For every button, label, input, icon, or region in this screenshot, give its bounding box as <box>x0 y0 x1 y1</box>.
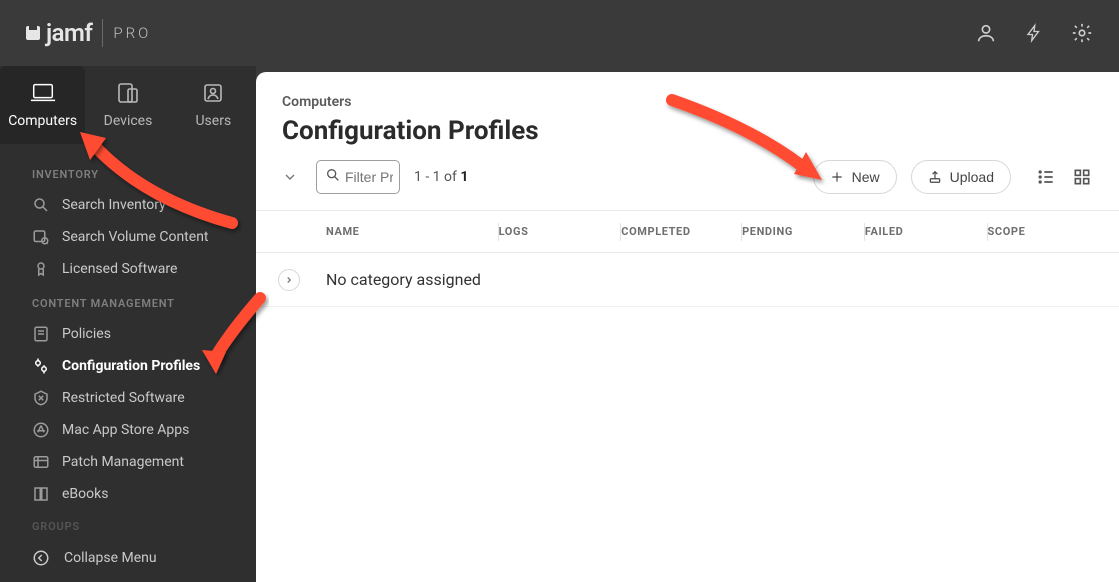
filter-input[interactable] <box>345 169 393 185</box>
sidebar-item-search-inventory[interactable]: Search Inventory <box>0 189 256 221</box>
expand-row-button[interactable] <box>278 269 300 291</box>
col-pending[interactable]: PENDING <box>742 225 865 238</box>
col-scope[interactable]: SCOPE <box>988 225 1093 238</box>
col-name[interactable]: NAME <box>326 225 499 238</box>
collapse-icon <box>32 549 50 567</box>
upload-icon <box>928 170 942 184</box>
entity-tabs: Computers Devices Users <box>0 66 256 144</box>
sidebar-item-search-volume[interactable]: Search Volume Content <box>0 221 256 253</box>
col-completed[interactable]: COMPLETED <box>621 225 742 238</box>
devices-icon <box>115 81 141 105</box>
search-icon <box>32 196 50 214</box>
search-icon <box>325 167 341 187</box>
list-view-icon[interactable] <box>1035 166 1057 188</box>
plus-icon <box>830 170 844 184</box>
brand-divider <box>102 19 103 47</box>
tab-label: Computers <box>8 113 77 129</box>
sidebar-item-label: Patch Management <box>62 454 184 470</box>
count-prefix: 1 - 1 of <box>414 169 460 185</box>
new-button[interactable]: New <box>813 160 897 194</box>
sidebar: Computers Devices Users INVENTORY Search… <box>0 66 256 582</box>
tab-label: Users <box>195 113 231 129</box>
sidebar-item-licensed-software[interactable]: Licensed Software <box>0 253 256 285</box>
breadcrumb[interactable]: Computers <box>282 94 1093 110</box>
gear-icon[interactable] <box>1071 22 1093 44</box>
collapse-menu-button[interactable]: Collapse Menu <box>0 534 256 582</box>
sidebar-item-mac-app-store[interactable]: Mac App Store Apps <box>0 414 256 446</box>
sidebar-item-ebooks[interactable]: eBooks <box>0 478 256 510</box>
sidebar-item-label: Search Inventory <box>62 197 166 213</box>
brand-name: jamf <box>46 19 92 47</box>
row-category-label: No category assigned <box>326 270 481 289</box>
main-panel: Computers Configuration Profiles 1 - 1 o… <box>256 72 1119 582</box>
sidebar-item-label: Configuration Profiles <box>62 358 200 374</box>
upload-button[interactable]: Upload <box>911 160 1011 194</box>
collapse-label: Collapse Menu <box>64 550 157 566</box>
license-icon <box>32 260 50 278</box>
jamf-mark-icon <box>26 26 40 40</box>
tab-devices[interactable]: Devices <box>85 66 170 144</box>
page-title: Configuration Profiles <box>282 116 1093 146</box>
tab-computers[interactable]: Computers <box>0 66 85 144</box>
table-header: NAME LOGS COMPLETED PENDING FAILED SCOPE <box>256 211 1119 253</box>
result-count: 1 - 1 of 1 <box>414 169 468 185</box>
view-toggle <box>1035 166 1093 188</box>
col-logs[interactable]: LOGS <box>499 225 622 238</box>
count-total: 1 <box>460 169 468 185</box>
restricted-icon <box>32 389 50 407</box>
policies-icon <box>32 325 50 343</box>
sidebar-item-label: Mac App Store Apps <box>62 422 189 438</box>
topbar: jamf PRO <box>0 0 1119 66</box>
sidebar-item-patch-management[interactable]: Patch Management <box>0 446 256 478</box>
sidebar-item-label: Search Volume Content <box>62 229 209 245</box>
tab-label: Devices <box>104 113 153 129</box>
filter-input-wrap[interactable] <box>316 160 400 194</box>
sidebar-section-groups: GROUPS <box>0 510 256 533</box>
sidebar-nav: INVENTORY Search Inventory Search Volume… <box>0 144 256 534</box>
sidebar-item-label: Policies <box>62 326 111 342</box>
sidebar-item-policies[interactable]: Policies <box>0 318 256 350</box>
col-failed[interactable]: FAILED <box>865 225 988 238</box>
sidebar-section-content: CONTENT MANAGEMENT <box>0 285 256 318</box>
table-row[interactable]: No category assigned <box>256 253 1119 307</box>
collapse-all-button[interactable] <box>278 165 302 189</box>
sidebar-item-restricted-software[interactable]: Restricted Software <box>0 382 256 414</box>
grid-view-icon[interactable] <box>1071 166 1093 188</box>
tab-users[interactable]: Users <box>171 66 256 144</box>
brand-suffix: PRO <box>113 24 151 42</box>
user-icon[interactable] <box>975 22 997 44</box>
config-profiles-icon <box>32 357 50 375</box>
sidebar-item-label: Restricted Software <box>62 390 185 406</box>
toolbar: 1 - 1 of 1 New Upload <box>256 160 1119 211</box>
bolt-icon[interactable] <box>1023 22 1045 44</box>
sidebar-section-inventory: INVENTORY <box>0 156 256 189</box>
app-store-icon <box>32 421 50 439</box>
volume-search-icon <box>32 228 50 246</box>
upload-label: Upload <box>950 169 994 185</box>
sidebar-item-label: eBooks <box>62 486 108 502</box>
topbar-actions <box>975 22 1093 44</box>
sidebar-item-config-profiles[interactable]: Configuration Profiles <box>0 350 256 382</box>
book-icon <box>32 485 50 503</box>
sidebar-item-label: Licensed Software <box>62 261 177 277</box>
page-header: Computers Configuration Profiles <box>256 72 1119 160</box>
patch-icon <box>32 453 50 471</box>
laptop-icon <box>30 81 56 105</box>
new-label: New <box>852 169 880 185</box>
brand-logo[interactable]: jamf PRO <box>26 19 151 47</box>
users-icon <box>200 81 226 105</box>
